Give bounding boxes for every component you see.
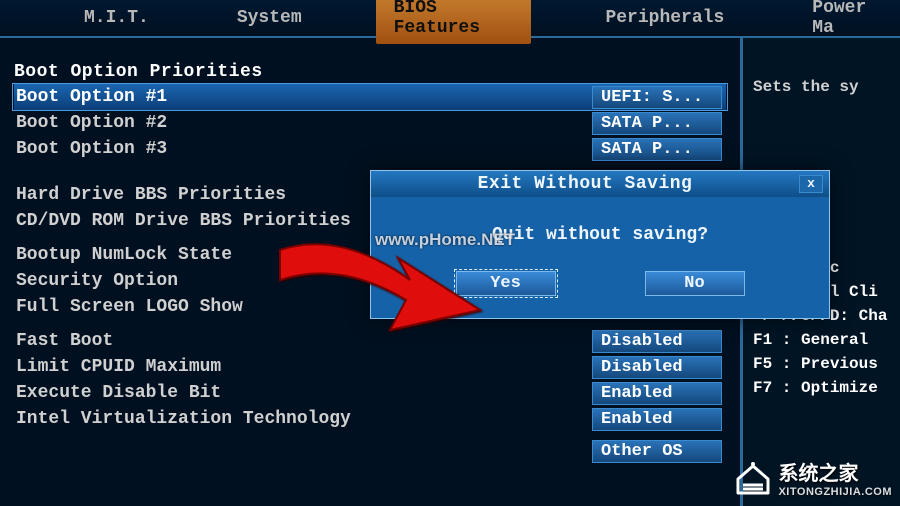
dialog-buttons: Yes No [371, 263, 829, 318]
bios-tab-bar: M.I.T. System BIOS Features Peripherals … [0, 0, 900, 38]
watermark-xitongzhijia: 系统之家 XITONGZHIJIA.COM [734, 457, 892, 498]
boot-option-2-row[interactable]: Boot Option #2 SATA P... [14, 110, 726, 136]
boot-option-1-value[interactable]: UEFI: S... [592, 86, 722, 109]
boot-option-1-label: Boot Option #1 [16, 87, 592, 107]
fast-boot-row[interactable]: Fast Boot Disabled [14, 328, 726, 354]
fast-boot-label: Fast Boot [16, 331, 592, 351]
dialog-close-button[interactable]: x [799, 175, 823, 193]
boot-option-1-row[interactable]: Boot Option #1 UEFI: S... [14, 84, 726, 110]
section-title: Boot Option Priorities [14, 62, 726, 82]
tab-power[interactable]: Power Ma [798, 0, 900, 42]
intel-vt-label: Intel Virtualization Technology [16, 409, 592, 429]
execute-disable-row[interactable]: Execute Disable Bit Enabled [14, 380, 726, 406]
help-description: Sets the sy [753, 78, 894, 96]
fast-boot-value[interactable]: Disabled [592, 330, 722, 353]
watermark-text-main: 系统之家 [778, 463, 858, 485]
execute-disable-label: Execute Disable Bit [16, 383, 592, 403]
limit-cpuid-value[interactable]: Disabled [592, 356, 722, 379]
no-button[interactable]: No [645, 271, 745, 296]
execute-disable-value[interactable]: Enabled [592, 382, 722, 405]
tab-peripherals[interactable]: Peripherals [591, 4, 738, 32]
other-os-value[interactable]: Other OS [592, 440, 722, 463]
intel-vt-row[interactable]: Intel Virtualization Technology Enabled [14, 406, 726, 432]
tab-mit[interactable]: M.I.T. [70, 4, 163, 32]
help-item: F1 : General [753, 328, 894, 352]
watermark-phome: www.pHome.NET [375, 230, 515, 250]
help-item: F5 : Previous [753, 352, 894, 376]
dialog-titlebar: Exit Without Saving x [371, 171, 829, 197]
boot-option-3-row[interactable]: Boot Option #3 SATA P... [14, 136, 726, 162]
other-os-row[interactable]: Other OS [14, 438, 726, 464]
limit-cpuid-label: Limit CPUID Maximum [16, 357, 592, 377]
boot-option-3-label: Boot Option #3 [16, 139, 592, 159]
boot-option-3-value[interactable]: SATA P... [592, 138, 722, 161]
limit-cpuid-row[interactable]: Limit CPUID Maximum Disabled [14, 354, 726, 380]
boot-option-2-label: Boot Option #2 [16, 113, 592, 133]
help-item: F7 : Optimize [753, 376, 894, 400]
tab-system[interactable]: System [223, 4, 316, 32]
house-icon [734, 461, 772, 495]
boot-option-2-value[interactable]: SATA P... [592, 112, 722, 135]
watermark-text-sub: XITONGZHIJIA.COM [778, 486, 892, 498]
yes-button[interactable]: Yes [456, 271, 556, 296]
dialog-title: Exit Without Saving [371, 174, 799, 194]
intel-vt-value[interactable]: Enabled [592, 408, 722, 431]
